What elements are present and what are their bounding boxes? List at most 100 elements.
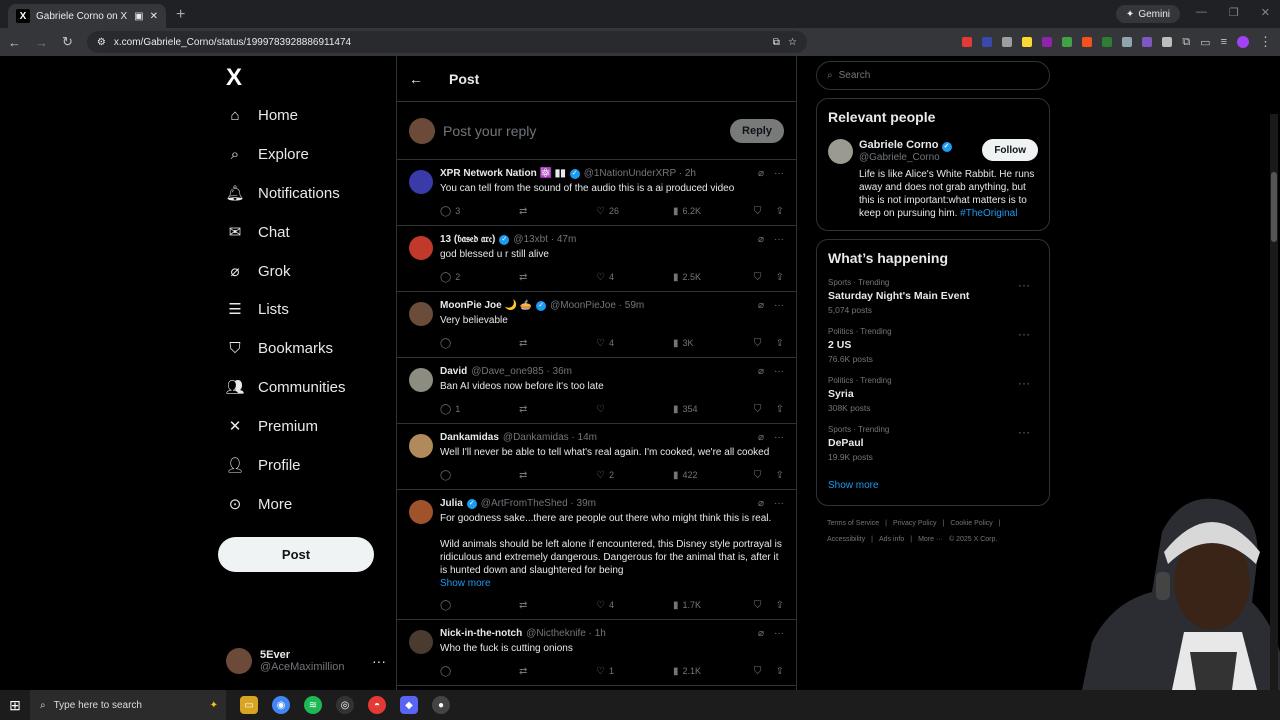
extension-icon[interactable] [1002, 37, 1013, 47]
like-action[interactable]: ♡ [596, 404, 673, 415]
author-handle-time[interactable]: @Dave_one985 · 36m [471, 366, 572, 377]
extension-icon[interactable] [1122, 37, 1133, 47]
views-action[interactable]: ▮ 354 [673, 404, 754, 415]
reply-input[interactable]: Post your reply [443, 123, 722, 139]
retweet-action[interactable]: ⇄ [519, 600, 596, 611]
reply-tweet[interactable]: 13 (𝔟𝔞𝔰𝔢𝔡 𝔞𝔯𝔠) ✓ @13xbt · 47m ⌀ ··· god … [397, 226, 796, 292]
author-name[interactable]: MoonPie Joe 🌙 🥧 [440, 300, 532, 311]
reply-action[interactable]: ◯ [440, 600, 519, 611]
profile-avatar-icon[interactable] [1237, 36, 1249, 48]
nav-lists[interactable]: ☰ Lists [226, 300, 289, 319]
extensions-puzzle-icon[interactable]: ⧉ [1182, 36, 1190, 49]
obs-icon[interactable]: ◎ [336, 696, 354, 714]
trend-item[interactable]: Sports · Trending DePaul 19.9K posts ··· [828, 425, 1038, 462]
grok-icon[interactable]: ⌀ [758, 168, 764, 179]
extension-icon[interactable] [982, 37, 993, 47]
back-arrow-icon[interactable]: ← [409, 71, 423, 87]
author-name[interactable]: Dankamidas [440, 432, 499, 443]
avatar[interactable] [409, 236, 433, 260]
bookmark-action[interactable]: ⛉ [754, 600, 776, 611]
reply-tweet[interactable]: XPR Network Nation ⚛️ ▮▮ ✓ @1NationUnder… [397, 160, 796, 226]
grok-icon[interactable]: ⌀ [758, 432, 764, 443]
nav-communities[interactable]: 👥︎ Communities [225, 378, 345, 397]
like-action[interactable]: ♡ 2 [596, 470, 673, 481]
forward-icon[interactable]: → [35, 35, 48, 50]
reply-action[interactable]: ◯ [440, 338, 519, 349]
author-handle-time[interactable]: @Nictheknife · 1h [526, 628, 606, 639]
extension-icon[interactable] [1062, 37, 1073, 47]
more-dots-icon[interactable]: ··· [1018, 278, 1030, 292]
more-dots-icon[interactable]: ··· [1018, 425, 1030, 439]
like-action[interactable]: ♡ 4 [596, 272, 673, 283]
avatar[interactable] [409, 170, 433, 194]
extension-icon[interactable] [1082, 37, 1093, 47]
nav-premium[interactable]: ✕ Premium [226, 417, 318, 436]
views-action[interactable]: ▮ 2.1K [673, 666, 754, 677]
install-icon[interactable]: ⧉ [773, 37, 780, 48]
browser-tab[interactable]: X Gabriele Corno on X: "Angr ▣ ✕ [8, 4, 166, 28]
close-window-button[interactable]: ✕ [1261, 6, 1270, 19]
footer-link[interactable]: © 2025 X Corp. [949, 536, 997, 543]
grok-icon[interactable]: ⌀ [758, 300, 764, 311]
share-action[interactable]: ⇪ [776, 600, 784, 611]
nav-chat[interactable]: ✉ Chat [226, 223, 290, 242]
reload-icon[interactable]: ↻ [62, 34, 73, 50]
reply-tweet[interactable]: Nick-in-the-notch @Nictheknife · 1h ⌀ ··… [397, 620, 796, 686]
trend-item[interactable]: Sports · Trending Saturday Night's Main … [828, 278, 1038, 315]
nav-bookmarks[interactable]: ⛉ Bookmarks [226, 339, 333, 357]
more-dots-icon[interactable]: ··· [774, 628, 784, 639]
avatar[interactable] [409, 368, 433, 392]
back-icon[interactable]: ← [8, 35, 21, 50]
minimize-button[interactable]: — [1196, 6, 1207, 19]
bookmark-action[interactable]: ⛉ [754, 470, 776, 481]
footer-link[interactable]: Cookie Policy [950, 520, 992, 527]
author-name[interactable]: XPR Network Nation ⚛️ ▮▮ [440, 168, 566, 179]
more-dots-icon[interactable]: ··· [774, 300, 784, 311]
hashtag-link[interactable]: #TheOriginal [960, 208, 1017, 219]
retweet-action[interactable]: ⇄ [519, 404, 596, 415]
more-dots-icon[interactable]: ··· [774, 432, 784, 443]
bookmark-action[interactable]: ⛉ [754, 272, 776, 283]
footer-link[interactable]: Privacy Policy [893, 520, 937, 527]
more-dots-icon[interactable]: ··· [372, 653, 386, 669]
taskbar-search[interactable]: ⌕ Type here to search ✦ [30, 690, 226, 720]
more-dots-icon[interactable]: ··· [1018, 327, 1030, 341]
reply-action[interactable]: ◯ [440, 470, 519, 481]
account-switcher[interactable]: 5Ever @AceMaximillion ··· [226, 648, 386, 674]
person-item[interactable]: Gabriele Corno ✓ @Gabriele_Corno Follow [828, 139, 1038, 164]
more-dots-icon[interactable]: ··· [774, 366, 784, 377]
bookmark-action[interactable]: ⛉ [754, 666, 776, 677]
views-action[interactable]: ▮ 1.7K [673, 600, 754, 611]
like-action[interactable]: ♡ 4 [596, 338, 673, 349]
show-more-link[interactable]: Show more [828, 480, 1038, 491]
chrome-icon[interactable]: ◉ [272, 696, 290, 714]
nav-explore[interactable]: ⌕ Explore [226, 145, 309, 163]
bookmark-action[interactable]: ⛉ [754, 206, 776, 217]
footer-link[interactable]: Ads info [879, 536, 904, 543]
grok-icon[interactable]: ⌀ [758, 498, 764, 509]
avatar[interactable] [409, 434, 433, 458]
trend-item[interactable]: Politics · Trending 2 US 76.6K posts ··· [828, 327, 1038, 364]
reply-action[interactable]: ◯ 1 [440, 404, 519, 415]
footer-link[interactable]: Terms of Service [827, 520, 879, 527]
author-name[interactable]: Julia [440, 498, 463, 509]
nav-notifications[interactable]: 🔔︎ Notifications [225, 184, 339, 203]
more-dots-icon[interactable]: ··· [774, 168, 784, 179]
views-action[interactable]: ▮ 3K [673, 338, 754, 349]
retweet-action[interactable]: ⇄ [519, 470, 596, 481]
file-explorer-icon[interactable]: ▭ [240, 696, 258, 714]
nav-grok[interactable]: ⌀ Grok [226, 262, 290, 281]
more-dots-icon[interactable]: ··· [1018, 376, 1030, 390]
grok-icon[interactable]: ⌀ [758, 366, 764, 377]
reply-tweet[interactable]: MoonPie Joe 🌙 🥧 ✓ @MoonPieJoe · 59m ⌀ ··… [397, 292, 796, 358]
extension-icon[interactable] [1142, 37, 1153, 47]
spotify-icon[interactable]: ≋ [304, 696, 322, 714]
pokeball-app-icon[interactable]: ◓ [368, 696, 386, 714]
reply-button[interactable]: Reply [730, 118, 784, 143]
retweet-action[interactable]: ⇄ [519, 338, 596, 349]
new-tab-button[interactable]: + [176, 6, 185, 24]
gemini-button[interactable]: ✦ Gemini [1115, 5, 1180, 23]
trend-item[interactable]: Politics · Trending Syria 308K posts ··· [828, 376, 1038, 413]
tab-audio-icon[interactable]: ▣ [134, 11, 143, 22]
share-action[interactable]: ⇪ [776, 272, 784, 283]
